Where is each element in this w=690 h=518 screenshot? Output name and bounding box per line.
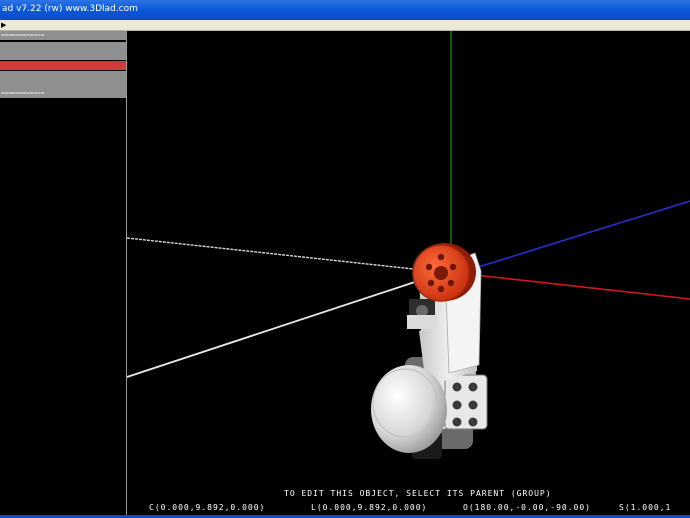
tree-row[interactable] [0,42,126,51]
menu-bar: ▶ [0,20,690,31]
menu-scroll-arrow-icon[interactable]: ▶ [1,21,6,29]
tree-row[interactable] [0,51,126,60]
tree-row[interactable]: ============ [0,89,126,98]
z-axis-line [471,200,690,270]
orientation-values: O(180.00,-0.00,-90.00) [463,503,591,512]
title-bar[interactable]: ad v7.22 (rw) www.3Dlad.com [0,0,690,20]
tree-row[interactable] [0,80,126,89]
tree-row[interactable] [0,71,126,80]
ref-axis-upper [127,237,433,272]
scene-svg [127,31,690,459]
ref-axis-lower [127,277,428,378]
x-axis-line [474,274,690,300]
window-title: ad v7.22 (rw) www.3Dlad.com [2,4,138,14]
tree-row[interactable]: ============ [0,31,126,40]
motor-model [371,243,488,459]
tree-row-selected[interactable] [0,61,126,70]
camera-coordinates: C(0.000,9.892,0.000) [149,503,266,512]
parts-tree-panel: ============ ============ [0,31,127,518]
tree-row-label: ============ [1,90,45,97]
scale-values: S(1.000,1 [619,503,672,512]
tree-row-label: ============ [1,32,45,39]
3d-viewport[interactable] [127,31,690,518]
look-coordinates: L(0.000,9.892,0.000) [311,503,428,512]
status-message: TO EDIT THIS OBJECT, SELECT ITS PARENT (… [284,489,552,498]
